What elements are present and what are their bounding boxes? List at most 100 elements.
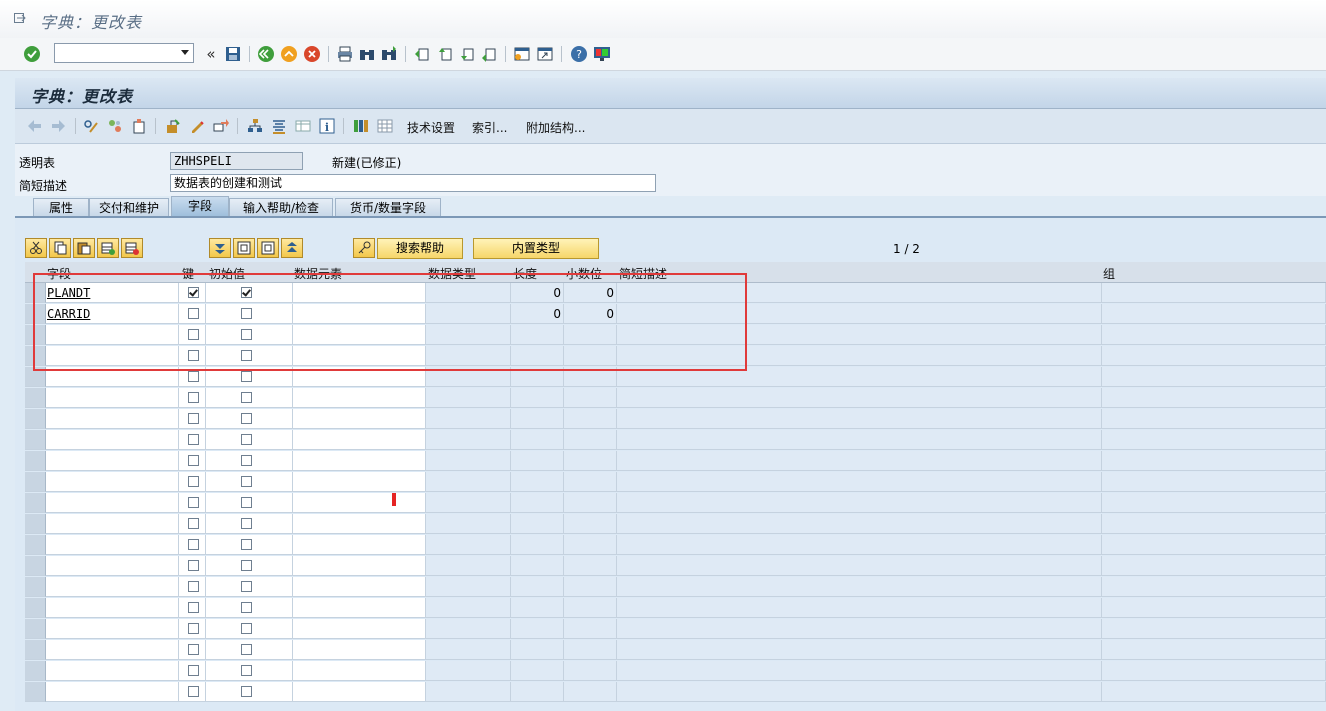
table-cell[interactable]: [46, 640, 179, 660]
table-cell[interactable]: [46, 409, 179, 429]
table-cell[interactable]: [46, 577, 179, 597]
initial-value-checkbox[interactable]: [241, 497, 252, 508]
initial-value-checkbox[interactable]: [241, 686, 252, 697]
tab-attributes[interactable]: 属性: [33, 198, 89, 216]
select-all-icon[interactable]: [257, 238, 279, 258]
tab-delivery-maintenance[interactable]: 交付和维护: [89, 198, 169, 216]
row-selector[interactable]: [25, 556, 46, 576]
row-selector[interactable]: [25, 661, 46, 681]
key-checkbox[interactable]: [188, 518, 199, 529]
table-cell[interactable]: [46, 472, 179, 492]
initial-value-checkbox[interactable]: [241, 476, 252, 487]
table-row[interactable]: [25, 556, 1326, 577]
row-selector[interactable]: [25, 619, 46, 639]
activate-icon[interactable]: [129, 116, 149, 136]
table-cell[interactable]: [46, 598, 179, 618]
row-selector[interactable]: [25, 388, 46, 408]
table-cell[interactable]: [179, 535, 206, 555]
key-checkbox[interactable]: [188, 686, 199, 697]
key-checkbox[interactable]: [188, 539, 199, 550]
key-checkbox[interactable]: [188, 497, 199, 508]
first-page-icon[interactable]: [412, 44, 432, 64]
table-cell[interactable]: [179, 682, 206, 702]
table-cell[interactable]: [206, 661, 293, 681]
table-cell[interactable]: [46, 388, 179, 408]
table-cell[interactable]: [293, 451, 426, 471]
key-checkbox[interactable]: [188, 623, 199, 634]
table-cell[interactable]: [206, 388, 293, 408]
details-icon[interactable]: [233, 238, 255, 258]
table-row[interactable]: [25, 598, 1326, 619]
where-used-icon[interactable]: [269, 116, 289, 136]
table-cell[interactable]: [46, 682, 179, 702]
expand-icon[interactable]: [281, 238, 303, 258]
chevron-down-icon[interactable]: [181, 50, 189, 55]
menu-icon[interactable]: [14, 12, 26, 24]
key-checkbox[interactable]: [188, 665, 199, 676]
print-icon[interactable]: [335, 44, 355, 64]
table-cell[interactable]: [206, 472, 293, 492]
table-row[interactable]: [25, 661, 1326, 682]
row-selector[interactable]: [25, 451, 46, 471]
table-cell[interactable]: [206, 640, 293, 660]
key-checkbox[interactable]: [188, 371, 199, 382]
table-cell[interactable]: [46, 535, 179, 555]
table-cell[interactable]: [206, 598, 293, 618]
collapse-icon[interactable]: [209, 238, 231, 258]
save-icon[interactable]: [223, 44, 243, 64]
initial-value-checkbox[interactable]: [241, 602, 252, 613]
table-cell[interactable]: [293, 493, 426, 513]
back-double-icon[interactable]: «: [201, 44, 221, 64]
table-row[interactable]: [25, 493, 1326, 514]
key-checkbox[interactable]: [188, 644, 199, 655]
row-selector[interactable]: [25, 430, 46, 450]
key-checkbox[interactable]: [188, 455, 199, 466]
table-cell[interactable]: [206, 514, 293, 534]
back-icon[interactable]: [256, 44, 276, 64]
key-checkbox[interactable]: [188, 602, 199, 613]
command-field[interactable]: [54, 43, 194, 63]
cancel-icon[interactable]: [302, 44, 322, 64]
table-row[interactable]: [25, 430, 1326, 451]
initial-value-checkbox[interactable]: [241, 413, 252, 424]
next-page-icon[interactable]: [457, 44, 477, 64]
table-cell[interactable]: [293, 619, 426, 639]
arrow-right-icon[interactable]: [48, 116, 68, 136]
help-icon[interactable]: ?: [569, 44, 589, 64]
tab-input-help-check[interactable]: 输入帮助/检查: [229, 198, 333, 216]
tab-currency-quantity[interactable]: 货币/数量字段: [335, 198, 441, 216]
prev-page-icon[interactable]: [435, 44, 455, 64]
index-button[interactable]: 索引...: [472, 119, 507, 136]
row-selector[interactable]: [25, 598, 46, 618]
table-cell[interactable]: [206, 535, 293, 555]
table-cell[interactable]: [293, 409, 426, 429]
initial-value-checkbox[interactable]: [241, 581, 252, 592]
initial-value-checkbox[interactable]: [241, 455, 252, 466]
initial-value-checkbox[interactable]: [241, 623, 252, 634]
row-selector[interactable]: [25, 640, 46, 660]
table-row[interactable]: [25, 535, 1326, 556]
table-cell[interactable]: [46, 619, 179, 639]
initial-value-checkbox[interactable]: [241, 665, 252, 676]
new-session-icon[interactable]: [512, 44, 532, 64]
initial-value-checkbox[interactable]: [241, 560, 252, 571]
table-row[interactable]: [25, 640, 1326, 661]
table-cell[interactable]: [293, 535, 426, 555]
key-checkbox[interactable]: [188, 392, 199, 403]
row-selector[interactable]: [25, 577, 46, 597]
initial-value-checkbox[interactable]: [241, 644, 252, 655]
table-cell[interactable]: [293, 661, 426, 681]
table-cell[interactable]: [179, 640, 206, 660]
columns-icon[interactable]: [351, 116, 371, 136]
insert-row-icon[interactable]: [97, 238, 119, 258]
table-cell[interactable]: [293, 388, 426, 408]
table-cell[interactable]: [206, 682, 293, 702]
info-icon[interactable]: i: [317, 116, 337, 136]
table-row[interactable]: [25, 619, 1326, 640]
table-cell[interactable]: [293, 430, 426, 450]
enter-icon[interactable]: [22, 44, 42, 64]
paste-row-icon[interactable]: [73, 238, 95, 258]
exit-icon[interactable]: [279, 44, 299, 64]
table-cell[interactable]: [179, 388, 206, 408]
row-selector[interactable]: [25, 472, 46, 492]
